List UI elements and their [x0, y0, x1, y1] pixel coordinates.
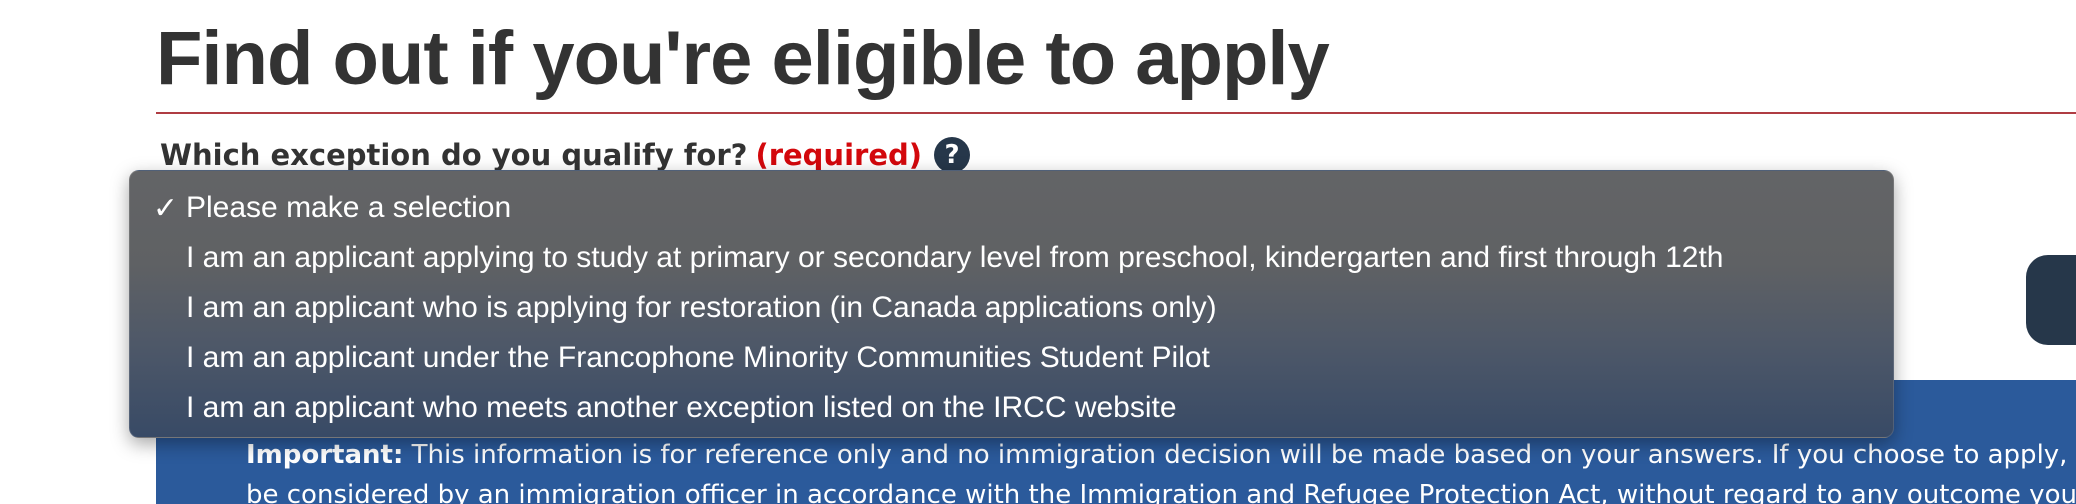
- side-action-button[interactable]: [2026, 255, 2076, 345]
- option-primary-secondary-study[interactable]: I am an applicant applying to study at p…: [130, 233, 1893, 283]
- eligibility-page: Find out if you're eligible to apply Whi…: [0, 0, 2076, 504]
- help-icon[interactable]: ?: [934, 137, 971, 173]
- option-label: Please make a selection: [186, 191, 512, 224]
- exception-select-dropdown[interactable]: ✓ Please make a selection I am an applic…: [129, 170, 1894, 438]
- option-other-exception[interactable]: I am an applicant who meets another exce…: [130, 383, 1893, 433]
- notice-line-2: be considered by an immigration officer …: [246, 480, 2076, 504]
- option-restoration[interactable]: I am an applicant who is applying for re…: [130, 283, 1893, 333]
- notice-text: Important: This information is for refer…: [246, 435, 2076, 504]
- required-indicator: (required): [755, 138, 923, 172]
- option-label: I am an applicant applying to study at p…: [186, 241, 1724, 274]
- notice-line-1: This information is for reference only a…: [411, 440, 2076, 470]
- question-text: Which exception do you qualify for?: [160, 138, 748, 172]
- option-label: I am an applicant who meets another exce…: [186, 391, 1177, 424]
- title-divider: [156, 112, 2076, 114]
- option-label: I am an applicant who is applying for re…: [186, 291, 1217, 324]
- checkmark-icon: ✓: [152, 191, 178, 225]
- question-label: Which exception do you qualify for? (req…: [160, 136, 971, 174]
- notice-label: Important:: [246, 440, 404, 470]
- option-please-make-a-selection[interactable]: ✓ Please make a selection: [130, 183, 1893, 233]
- option-label: I am an applicant under the Francophone …: [186, 341, 1210, 374]
- page-title: Find out if you're eligible to apply: [156, 16, 1330, 101]
- option-francophone-pilot[interactable]: I am an applicant under the Francophone …: [130, 333, 1893, 383]
